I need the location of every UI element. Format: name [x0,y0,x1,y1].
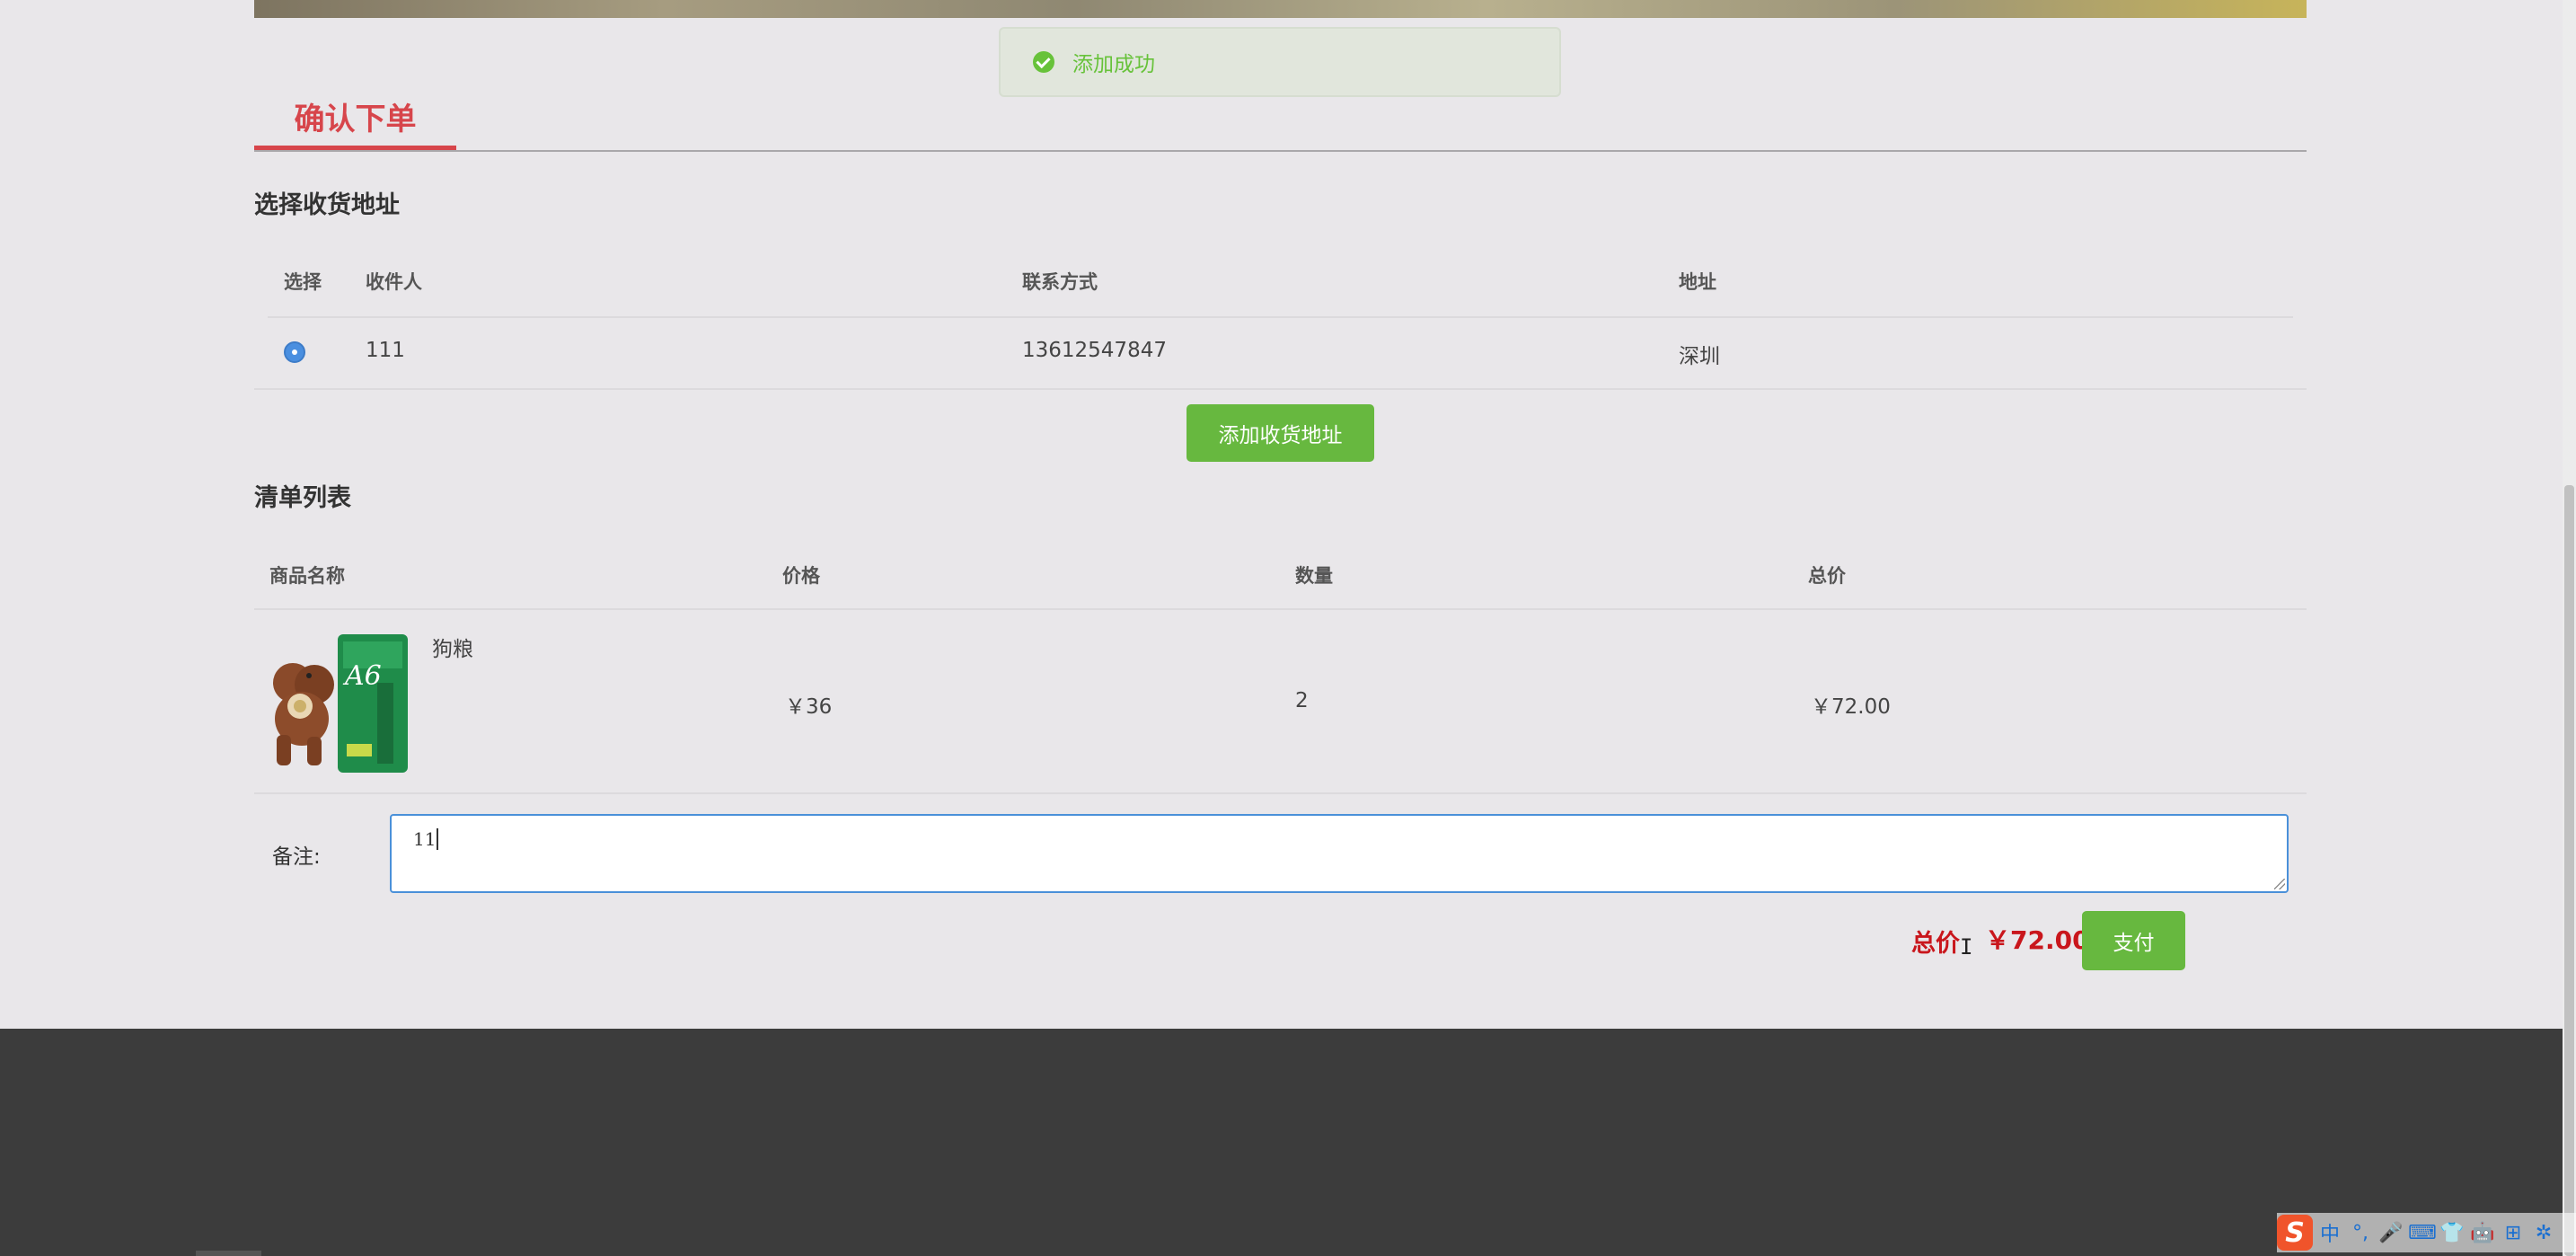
ime-robot-icon[interactable]: 🤖 [2469,1222,2496,1244]
total-label: 总价 [1911,930,1960,958]
order-col-quantity: 数量 [1295,565,1333,587]
title-divider [254,150,2307,152]
product-name: 狗粮 [432,638,473,661]
product-quantity: 2 [1295,689,1309,712]
dog-food-product-image: A6 [273,634,408,773]
ime-keyboard-icon[interactable]: ⌨ [2408,1222,2437,1244]
text-cursor-icon: I [1960,934,1973,960]
ime-grid-icon[interactable]: ⊞ [2500,1222,2527,1244]
address-col-select: 选择 [284,271,322,293]
product-subtotal: ￥72.00 [1811,695,1891,719]
resize-grip-icon[interactable] [2274,879,2285,889]
ime-punctuation-icon[interactable]: °, [2347,1222,2374,1244]
remark-textarea[interactable]: 11 [390,814,2289,893]
ime-settings-icon[interactable]: ✲ [2530,1222,2557,1244]
address-select-radio[interactable] [284,341,305,363]
address-section-heading: 选择收货地址 [254,191,400,219]
toast-message: 添加成功 [1072,53,1155,76]
address-col-recipient: 收件人 [366,271,422,293]
success-toast: 添加成功 [999,27,1561,97]
svg-text:A6: A6 [342,660,382,692]
address-recipient: 111 [366,339,405,362]
page-footer [0,1029,2563,1256]
ime-toolbar[interactable]: S 中 °, 🎤 ⌨ 👕 🤖 ⊞ ✲ [2277,1213,2576,1252]
order-section-heading: 清单列表 [254,484,351,512]
page-title: 确认下单 [294,102,417,137]
address-col-phone: 联系方式 [1022,271,1098,293]
order-col-price: 价格 [782,565,820,587]
remark-text: 11 [413,828,437,850]
address-location: 深圳 [1679,345,1720,368]
order-col-total: 总价 [1808,565,1846,587]
scrollbar-thumb[interactable] [2564,485,2574,1256]
address-col-address: 地址 [1679,271,1716,293]
order-row-divider [254,792,2307,794]
total-value: ￥72.00 [1985,925,2090,955]
ime-chinese-mode[interactable]: 中 [2316,1218,2343,1247]
pay-button[interactable]: 支付 [2082,911,2185,970]
check-circle-icon [1033,51,1054,73]
product-price: ￥36 [785,695,833,719]
address-header-divider [268,316,2293,318]
ime-logo-icon[interactable]: S [2277,1215,2313,1251]
footer-tab [196,1251,261,1256]
order-header-divider [254,608,2307,610]
address-row-divider [254,388,2307,390]
add-address-button[interactable]: 添加收货地址 [1187,404,1374,462]
ime-microphone-icon[interactable]: 🎤 [2378,1222,2404,1244]
address-phone: 13612547847 [1022,339,1167,362]
remark-label: 备注: [272,845,321,869]
top-banner-image [254,0,2307,18]
text-caret [437,828,439,850]
order-col-name: 商品名称 [269,565,345,587]
ime-skin-icon[interactable]: 👕 [2439,1222,2466,1244]
